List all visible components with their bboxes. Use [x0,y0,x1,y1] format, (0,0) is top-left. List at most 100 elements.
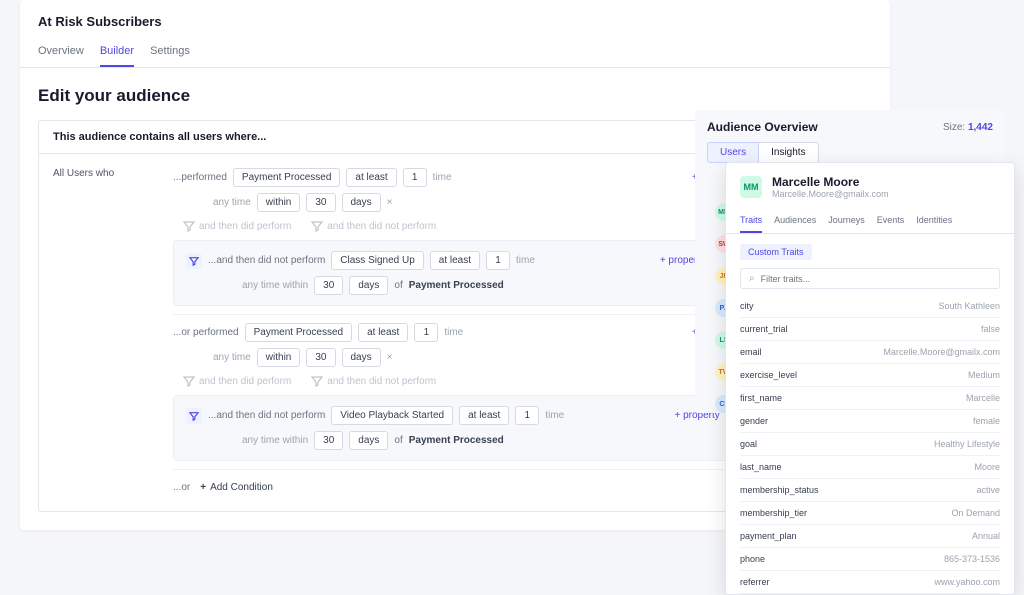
trait-key: membership_status [740,485,819,495]
count-input[interactable]: 1 [403,168,427,187]
unit-label: time [433,172,452,183]
tab-insights[interactable]: Insights [759,142,818,163]
then-did-not-perform-option[interactable]: and then did not perform [311,375,436,387]
nested-event-select[interactable]: Video Playback Started [331,406,453,425]
of-event: Payment Processed [409,435,504,446]
traits-list: citySouth Kathleen current_trial false emai… [740,295,1000,594]
trait-value: Healthy Lifestyle [934,439,1000,449]
trait-row: payment_plan Annual [740,525,1000,548]
tab-overview[interactable]: Overview [38,37,84,67]
or-label: ...or [173,482,190,493]
main-tabs: Overview Builder Settings [20,37,890,68]
audience-header-text: This audience contains all users where..… [53,131,266,143]
operator-select[interactable]: at least [358,323,408,342]
range-select[interactable]: within [257,193,301,212]
profile-email: Marcelle.Moore@gmailx.com [772,189,889,199]
nested-sub-value[interactable]: 30 [314,276,343,295]
search-icon: ⌕ [749,273,755,284]
funnel-icon [186,253,202,269]
event-select[interactable]: Payment Processed [233,168,341,187]
funnel-icon [311,375,323,387]
nested-unit-label: time [516,255,535,266]
count-input[interactable]: 1 [414,323,438,342]
range-select[interactable]: within [257,348,301,367]
funnel-icon [183,220,195,232]
profile-tabs: Traits Audiences Journeys Events Identit… [726,209,1014,234]
of-label: of [394,280,402,291]
operator-select[interactable]: at least [346,168,396,187]
trait-value: Marcelle.Moore@gmailx.com [883,347,1000,357]
ptab-identities[interactable]: Identities [916,209,952,233]
nested-unit-label: time [545,410,564,421]
then-did-perform-option[interactable]: and then did perform [183,220,291,232]
trait-value: Annual [972,531,1000,541]
trait-row: goal Healthy Lifestyle [740,433,1000,456]
trait-value: Marcelle [966,393,1000,403]
range-value-input[interactable]: 30 [306,348,335,367]
nested-sub-unit[interactable]: days [349,431,388,450]
tab-settings[interactable]: Settings [150,37,190,67]
trait-row: citySouth Kathleen [740,295,1000,318]
trait-key: city [740,301,754,311]
remove-time-icon[interactable]: × [387,352,393,363]
event-select[interactable]: Payment Processed [245,323,353,342]
profile-avatar: MM [740,176,762,198]
trait-value: 865-373-1536 [944,554,1000,564]
trait-value: Medium [968,370,1000,380]
trait-key: goal [740,439,757,449]
nested-operator-select[interactable]: at least [459,406,509,425]
range-value-input[interactable]: 30 [306,193,335,212]
then-did-perform-option[interactable]: and then did perform [183,375,291,387]
overview-tabs: Users Insights [707,142,993,163]
tab-users[interactable]: Users [707,142,759,163]
custom-traits-chip[interactable]: Custom Traits [740,244,812,260]
trait-value: On Demand [951,508,1000,518]
trait-row: last_nameMoore [740,456,1000,479]
connector-label: ...or performed [173,327,239,338]
of-event: Payment Processed [409,280,504,291]
ptab-events[interactable]: Events [877,209,905,233]
trait-key: first_name [740,393,782,403]
nested-event-select[interactable]: Class Signed Up [331,251,423,270]
ptab-audiences[interactable]: Audiences [774,209,816,233]
ptab-traits[interactable]: Traits [740,209,762,233]
nested-sub-label: any time within [242,280,308,291]
nested-sub-value[interactable]: 30 [314,431,343,450]
plus-icon: + [200,482,206,493]
range-unit-select[interactable]: days [342,348,381,367]
trait-search-input[interactable] [761,274,991,284]
trait-value: false [981,324,1000,334]
nested-connector: ...and then did not perform [208,255,325,266]
nested-sub-unit[interactable]: days [349,276,388,295]
all-users-label: All Users who [39,154,159,511]
trait-key: current_trial [740,324,788,334]
tab-builder[interactable]: Builder [100,37,134,67]
then-did-not-perform-option[interactable]: and then did not perform [311,220,436,232]
remove-time-icon[interactable]: × [387,197,393,208]
trait-key: exercise_level [740,370,797,380]
trait-value: active [976,485,1000,495]
trait-key: referrer [740,577,770,587]
range-unit-select[interactable]: days [342,193,381,212]
add-condition-button[interactable]: + Add Condition [200,482,273,493]
trait-search-wrap: ⌕ [740,268,1000,289]
ptab-journeys[interactable]: Journeys [828,209,865,233]
trait-row: current_trial false [740,318,1000,341]
trait-key: last_name [740,462,782,472]
trait-row: membership_status active [740,479,1000,502]
profile-name: Marcelle Moore [772,175,889,189]
trait-row: phone865-373-1536 [740,548,1000,571]
nested-count-input[interactable]: 1 [486,251,510,270]
nested-count-input[interactable]: 1 [515,406,539,425]
trait-row: first_name Marcelle [740,387,1000,410]
trait-row: emailMarcelle.Moore@gmailx.com [740,341,1000,364]
trait-value: www.yahoo.com [934,577,1000,587]
funnel-icon [183,375,195,387]
nested-operator-select[interactable]: at least [430,251,480,270]
size-label: Size: 1,442 [943,122,993,133]
overview-title: Audience Overview [707,120,818,134]
trait-key: payment_plan [740,531,797,541]
funnel-icon [186,408,202,424]
sub-label: any time [213,197,251,208]
trait-row: genderfemale [740,410,1000,433]
